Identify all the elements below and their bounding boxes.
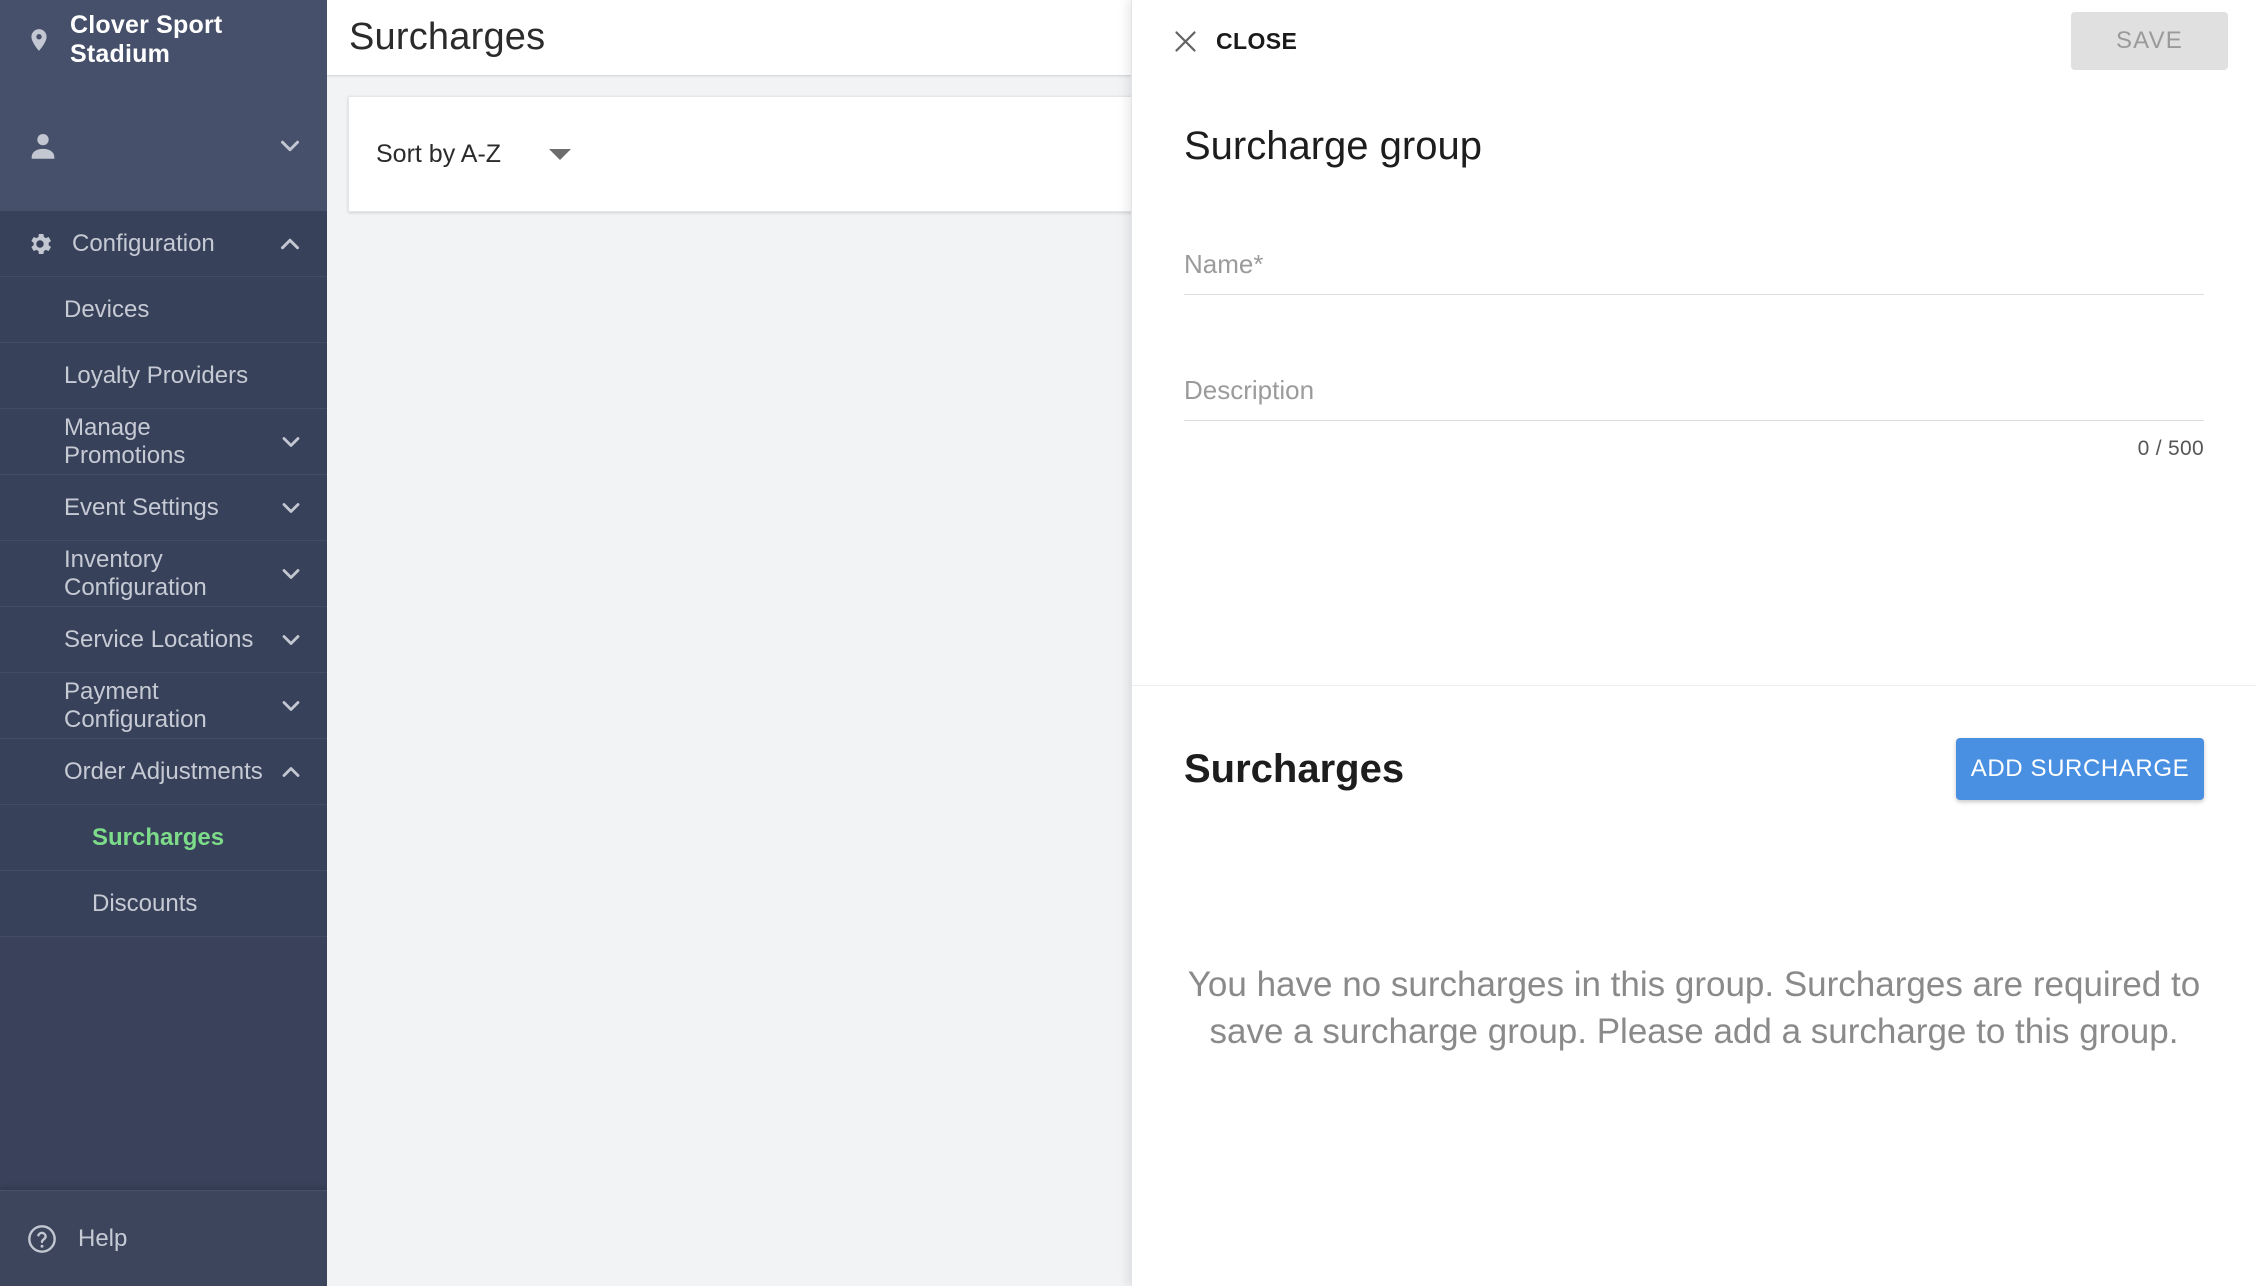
venue-name: Clover Sport Stadium [70, 11, 223, 68]
close-x-icon [1172, 28, 1199, 55]
sidebar-item-label: Payment Configuration [64, 677, 207, 733]
sidebar-item-surcharges[interactable]: Surcharges [0, 805, 327, 871]
description-char-counter: 0 / 500 [2137, 437, 2204, 460]
sort-by-value: Sort by A-Z [376, 139, 502, 168]
location-pin-icon [26, 24, 52, 56]
sidebar-item-label: Help [78, 1224, 128, 1252]
chevron-down-icon[interactable] [277, 560, 305, 588]
close-button-label: CLOSE [1216, 27, 1298, 54]
venue-selector[interactable]: Clover Sport Stadium [0, 0, 327, 80]
name-field-label: Name* [1184, 249, 1264, 279]
surcharges-section-title: Surcharges [1184, 746, 1405, 791]
sidebar-item-label: Surcharges [92, 823, 225, 851]
sidebar-item-order-adjustments[interactable]: Order Adjustments [0, 739, 327, 805]
sidebar-item-loyalty-providers[interactable]: Loyalty Providers [0, 343, 327, 409]
sidebar-item-help[interactable]: Help [0, 1190, 327, 1286]
sidebar-item-inventory-configuration[interactable]: Inventory Configuration [0, 541, 327, 607]
sidebar-item-payment-configuration[interactable]: Payment Configuration [0, 673, 327, 739]
description-field-label: Description [1184, 375, 1315, 405]
sort-by-select[interactable]: Sort by A-Z [376, 139, 572, 169]
add-surcharge-button[interactable]: ADD SURCHARGE [1956, 738, 2204, 800]
drawer-body: Surcharge group Name* Description 0 / 50… [1132, 82, 2256, 1286]
sidebar-item-label: Order Adjustments [64, 757, 263, 785]
sidebar-item-label: Configuration [72, 229, 215, 257]
sidebar-item-label: Manage Promotions [64, 413, 186, 469]
sidebar-item-service-locations[interactable]: Service Locations [0, 607, 327, 673]
chevron-down-icon[interactable] [277, 494, 305, 522]
surcharges-section: Surcharges ADD SURCHARGE You have no sur… [1132, 686, 2256, 1284]
sidebar-item-devices[interactable]: Devices [0, 277, 327, 343]
chevron-down-icon[interactable] [275, 131, 305, 161]
sidebar-item-label: Discounts [92, 889, 198, 917]
user-menu[interactable] [0, 80, 327, 211]
drawer-toolbar: CLOSE SAVE [1132, 0, 2256, 82]
sidebar-item-label: Service Locations [64, 625, 254, 653]
sidebar-item-label: Devices [64, 295, 150, 323]
surcharges-section-header: Surcharges ADD SURCHARGE [1184, 686, 2204, 800]
surcharge-group-title: Surcharge group [1184, 124, 1482, 168]
chevron-down-icon[interactable] [277, 428, 305, 456]
sidebar-top-section: Clover Sport Stadium [0, 0, 327, 211]
description-field-wrapper: Description 0 / 500 [1184, 365, 2204, 461]
gear-icon [26, 230, 54, 258]
chevron-down-icon[interactable] [277, 692, 305, 720]
page-header: Surcharges [327, 0, 1131, 76]
description-field-underline[interactable] [1184, 420, 2204, 421]
sidebar-item-event-settings[interactable]: Event Settings [0, 475, 327, 541]
surcharge-group-section: Surcharge group Name* Description 0 / 50… [1132, 82, 2256, 686]
sidebar-item-configuration[interactable]: Configuration [0, 211, 327, 277]
person-icon [26, 129, 60, 163]
sidebar-item-discounts[interactable]: Discounts [0, 871, 327, 937]
sidebar-item-label: Event Settings [64, 493, 219, 521]
surcharges-empty-message: You have no surcharges in this group. Su… [1187, 965, 2201, 1051]
sidebar-item-label: Loyalty Providers [64, 361, 249, 389]
help-circle-icon [26, 1223, 58, 1255]
chevron-up-icon[interactable] [275, 229, 305, 259]
app-root: Clover Sport Stadium Configuration Devic… [0, 0, 2256, 1286]
caret-down-icon [549, 148, 572, 160]
sidebar-item-label: Inventory Configuration [64, 545, 207, 601]
sidebar-item-manage-promotions[interactable]: Manage Promotions [0, 409, 327, 475]
surcharges-list-panel: Surcharges Sort by A-Z [327, 0, 1131, 1286]
sort-card: Sort by A-Z [348, 96, 1131, 212]
chevron-up-icon[interactable] [277, 758, 305, 786]
sidebar-nav: Configuration Devices Loyalty Providers … [0, 211, 327, 937]
name-field-wrapper: Name* [1184, 239, 2204, 295]
surcharge-group-drawer: CLOSE SAVE Surcharge group Name* Descrip… [1131, 0, 2256, 1286]
page-title: Surcharges [349, 16, 546, 58]
sidebar: Clover Sport Stadium Configuration Devic… [0, 0, 327, 1286]
close-button[interactable]: CLOSE [1168, 22, 1301, 61]
save-button[interactable]: SAVE [2071, 12, 2228, 70]
name-field-underline[interactable] [1184, 294, 2204, 295]
chevron-down-icon[interactable] [277, 626, 305, 654]
